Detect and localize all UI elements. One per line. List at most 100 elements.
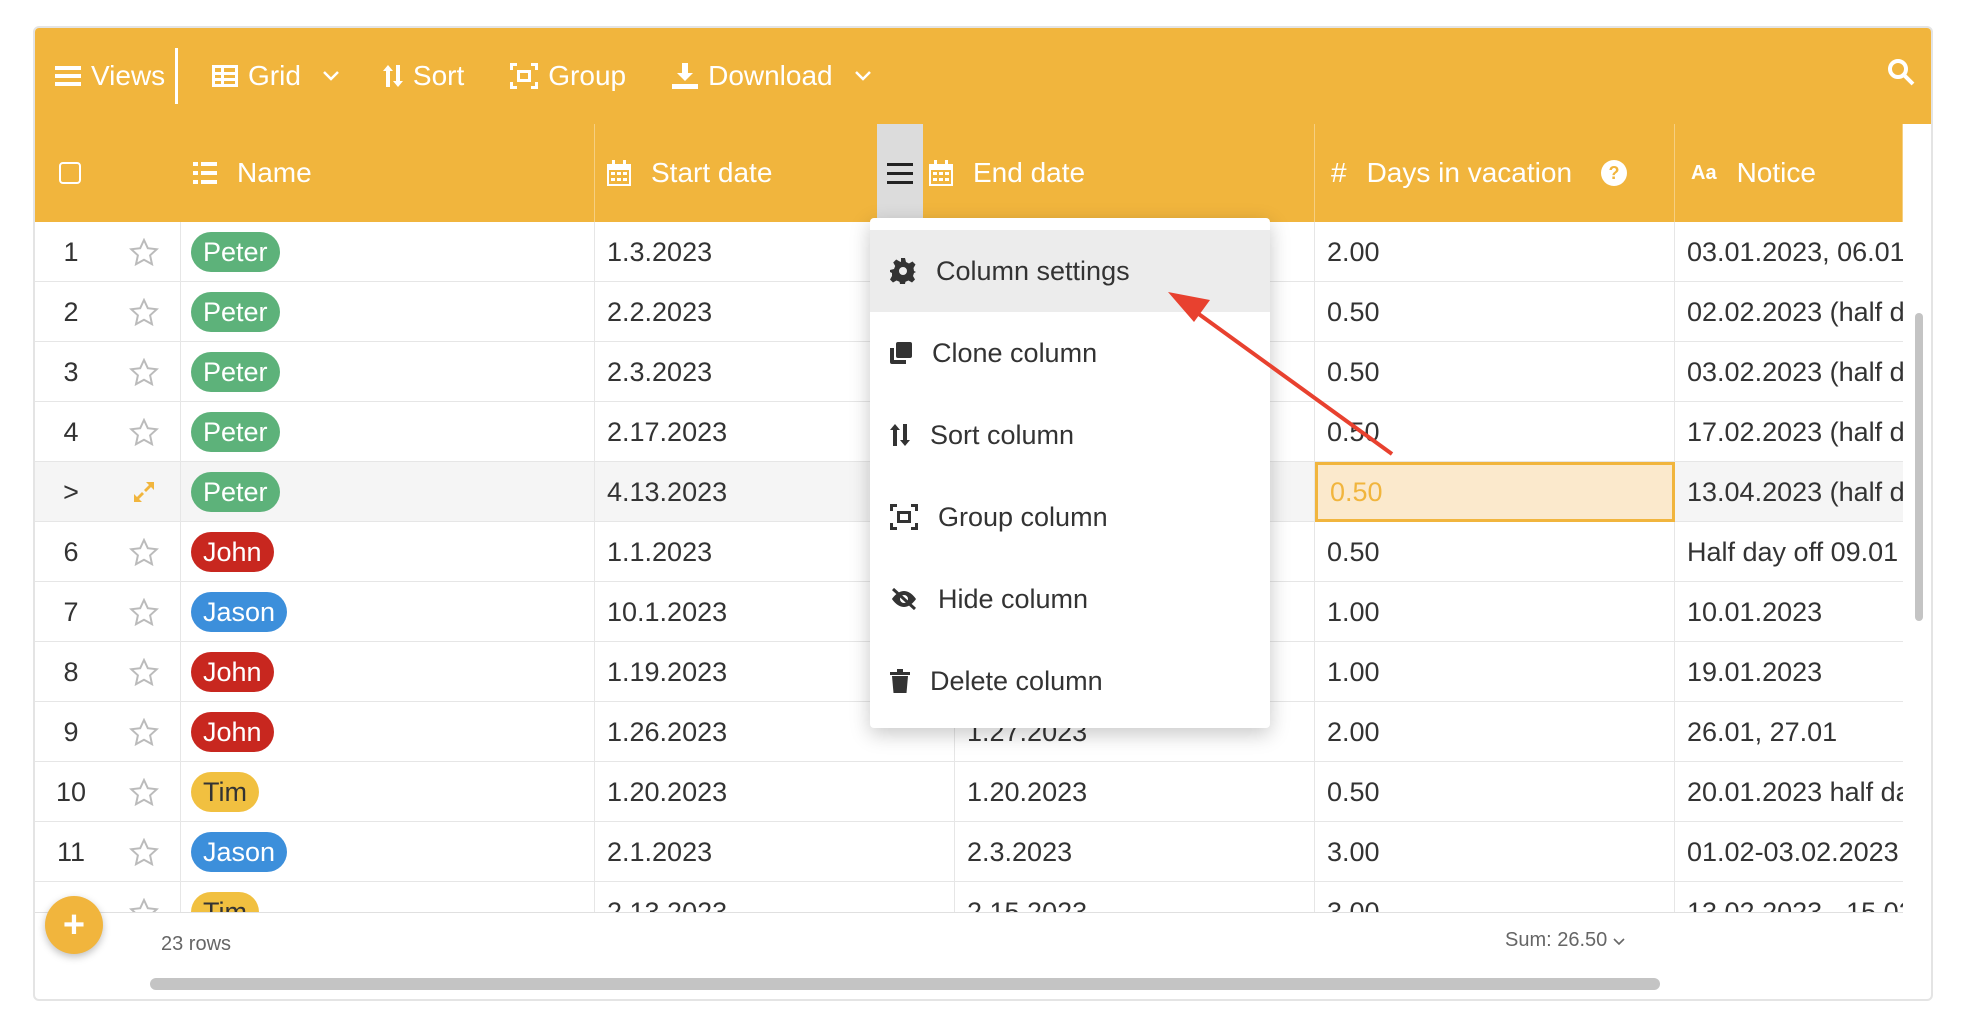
column-menu-button[interactable]: [877, 124, 923, 222]
vertical-scrollbar[interactable]: [1915, 313, 1923, 621]
star-button[interactable]: [107, 882, 181, 912]
search-icon[interactable]: [1887, 58, 1915, 86]
column-header-end-date[interactable]: End date: [923, 124, 1315, 222]
days-cell[interactable]: 0.50: [1315, 762, 1675, 822]
days-cell[interactable]: 0.50: [1315, 402, 1675, 462]
add-row-button[interactable]: +: [45, 896, 103, 954]
table-row[interactable]: 10 Tim 1.20.2023 1.20.2023 0.50 20.01.2023 ha…: [35, 762, 1903, 822]
menu-item-sort-column[interactable]: Sort column: [870, 394, 1270, 476]
views-label: Views: [91, 60, 166, 91]
name-tag: John: [191, 652, 274, 692]
row-number: 7: [63, 596, 79, 627]
table-footer: 23 rows Sum: 26.50: [35, 912, 1903, 972]
group-icon: [510, 63, 539, 89]
notice-cell[interactable]: Half day off 09.01: [1675, 522, 1903, 582]
name-cell[interactable]: Tim: [181, 882, 595, 912]
end-date-cell[interactable]: 2.3.2023: [955, 822, 1315, 882]
grid-view-dropdown[interactable]: Grid: [212, 28, 339, 124]
name-cell[interactable]: Peter: [181, 282, 595, 342]
notice-cell[interactable]: 01.02-03.02.2023: [1675, 822, 1903, 882]
help-icon[interactable]: ?: [1601, 160, 1627, 186]
expand-row-button[interactable]: [107, 462, 181, 522]
days-cell[interactable]: 2.00: [1315, 222, 1675, 282]
column-header-start-date[interactable]: Start date: [595, 124, 877, 222]
sort-button[interactable]: Sort: [382, 28, 464, 124]
name-cell[interactable]: Peter: [181, 462, 595, 522]
end-date-cell[interactable]: 1.20.2023: [955, 762, 1315, 822]
days-cell[interactable]: 1.00: [1315, 582, 1675, 642]
name-cell[interactable]: Peter: [181, 342, 595, 402]
name-cell[interactable]: Peter: [181, 222, 595, 282]
chevron-down-icon: [1613, 938, 1625, 946]
menu-label: Clone column: [932, 337, 1098, 368]
days-cell[interactable]: 0.50: [1315, 282, 1675, 342]
notice-cell[interactable]: 26.01, 27.01: [1675, 702, 1903, 762]
star-button[interactable]: [107, 402, 181, 462]
column-header-row: Name Start date End date # Days in vacat…: [35, 124, 1903, 222]
table-row[interactable]: 12Tim2.13.20232.15.20233.0013.02.2023 - …: [35, 882, 1903, 912]
notice-cell[interactable]: 13.04.2023 (half day: [1675, 462, 1903, 522]
menu-item-group-column[interactable]: Group column: [870, 476, 1270, 558]
end-date-cell[interactable]: 2.15.2023: [955, 882, 1315, 912]
group-button[interactable]: Group: [510, 28, 626, 124]
column-header-notice[interactable]: Aa Notice: [1675, 124, 1903, 222]
group-label: Group: [548, 60, 627, 91]
name-cell[interactable]: Tim: [181, 762, 595, 822]
star-button[interactable]: [107, 522, 181, 582]
group-icon: [890, 504, 918, 530]
name-cell[interactable]: Peter: [181, 402, 595, 462]
star-button[interactable]: [107, 762, 181, 822]
star-button[interactable]: [107, 282, 181, 342]
download-dropdown[interactable]: Download: [672, 28, 871, 124]
name-cell[interactable]: Jason: [181, 582, 595, 642]
list-icon: [193, 162, 217, 184]
menu-item-delete-column[interactable]: Delete column: [870, 640, 1270, 722]
start-date-cell[interactable]: 2.13.2023: [595, 882, 955, 912]
notice-cell[interactable]: 03.02.2023 (half day: [1675, 342, 1903, 402]
column-header-name[interactable]: Name: [181, 124, 595, 222]
star-button[interactable]: [107, 582, 181, 642]
row-number[interactable]: >: [35, 462, 107, 522]
notice-cell[interactable]: 02.02.2023 (half day: [1675, 282, 1903, 342]
days-cell[interactable]: 0.50: [1315, 342, 1675, 402]
column-notice-label: Notice: [1736, 157, 1816, 188]
star-button[interactable]: [107, 642, 181, 702]
row-number: 9: [63, 716, 79, 747]
menu-item-clone-column[interactable]: Clone column: [870, 312, 1270, 394]
notice-cell[interactable]: 19.01.2023: [1675, 642, 1903, 702]
days-cell[interactable]: 0.50: [1315, 462, 1675, 522]
sum-summary[interactable]: Sum: 26.50: [1505, 929, 1625, 952]
days-cell[interactable]: 0.50: [1315, 522, 1675, 582]
star-icon: [128, 418, 159, 446]
start-date-cell[interactable]: 1.20.2023: [595, 762, 955, 822]
table-row[interactable]: 11 Jason 2.1.2023 2.3.2023 3.00 01.02-03.02.2…: [35, 822, 1903, 882]
name-cell[interactable]: John: [181, 522, 595, 582]
days-cell[interactable]: 3.00: [1315, 822, 1675, 882]
views-button[interactable]: Views: [35, 48, 178, 104]
gear-icon: [890, 258, 916, 284]
notice-cell[interactable]: 10.01.2023: [1675, 582, 1903, 642]
column-end-date-label: End date: [973, 157, 1086, 188]
days-cell[interactable]: 2.00: [1315, 702, 1675, 762]
notice-cell[interactable]: 20.01.2023 half day: [1675, 762, 1903, 822]
star-button[interactable]: [107, 342, 181, 402]
name-tag: Peter: [191, 472, 280, 512]
name-cell[interactable]: John: [181, 642, 595, 702]
menu-item-hide-column[interactable]: Hide column: [870, 558, 1270, 640]
horizontal-scrollbar[interactable]: [150, 978, 1660, 990]
name-tag: Peter: [191, 412, 280, 452]
days-cell[interactable]: 3.00: [1315, 882, 1675, 912]
notice-cell[interactable]: 03.01.2023, 06.01.2: [1675, 222, 1903, 282]
star-button[interactable]: [107, 222, 181, 282]
days-cell[interactable]: 1.00: [1315, 642, 1675, 702]
name-cell[interactable]: John: [181, 702, 595, 762]
notice-cell[interactable]: 13.02.2023 - 15.02.2: [1675, 882, 1903, 913]
menu-item-column-settings[interactable]: Column settings: [870, 230, 1270, 312]
notice-cell[interactable]: 17.02.2023 (half day: [1675, 402, 1903, 462]
start-date-cell[interactable]: 2.1.2023: [595, 822, 955, 882]
name-tag: Tim: [191, 892, 259, 912]
select-all-checkbox[interactable]: [59, 162, 81, 184]
name-cell[interactable]: Jason: [181, 822, 595, 882]
star-button[interactable]: [107, 702, 181, 762]
star-button[interactable]: [107, 822, 181, 882]
